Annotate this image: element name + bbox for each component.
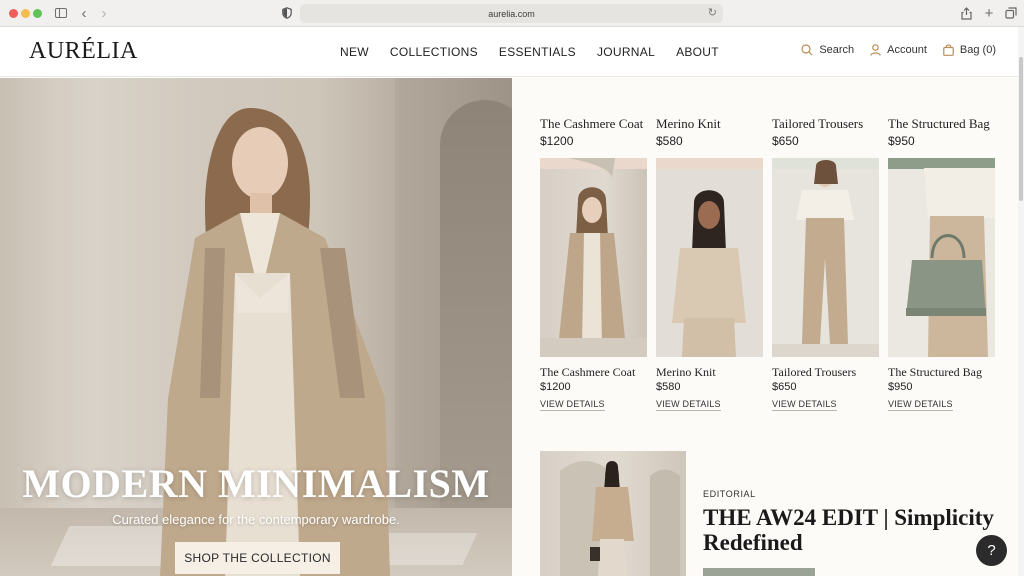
nav-collections[interactable]: COLLECTIONS	[390, 45, 478, 59]
product-price: $580	[656, 381, 681, 393]
quick-item-name: Merino Knit	[656, 116, 721, 131]
help-button[interactable]: ?	[976, 535, 1007, 566]
quick-item-name: The Cashmere Coat	[540, 116, 644, 131]
editorial-image[interactable]	[540, 451, 686, 576]
product-card[interactable]: Merino Knit $580 VIEW DETAILS	[656, 158, 763, 412]
product-image-cashmere-coat[interactable]	[540, 158, 647, 357]
nav-about[interactable]: ABOUT	[676, 45, 719, 59]
quick-item-name: The Structured Bag	[888, 116, 990, 131]
product-price: $1200	[540, 381, 571, 393]
main-nav: NEW COLLECTIONS ESSENTIALS JOURNAL ABOUT	[340, 45, 740, 59]
product-card[interactable]: The Cashmere Coat $1200 VIEW DETAILS	[540, 158, 647, 412]
bag-button[interactable]: Bag (0)	[943, 44, 996, 56]
product-image-merino-knit[interactable]	[656, 158, 763, 357]
browser-toolbar: ‹ › aurelia.com ↻ +	[0, 0, 1024, 27]
search-button[interactable]: Search	[801, 44, 854, 56]
privacy-shield-icon[interactable]	[281, 6, 292, 20]
quick-item[interactable]: Merino Knit $580	[656, 116, 766, 148]
search-icon	[801, 44, 813, 56]
product-name: The Structured Bag	[888, 365, 982, 379]
product-name: Merino Knit	[656, 365, 716, 379]
minimize-window-button[interactable]	[21, 9, 30, 18]
quick-item[interactable]: The Cashmere Coat $1200	[540, 116, 650, 148]
search-label: Search	[819, 44, 855, 56]
view-details-link[interactable]: VIEW DETAILS	[888, 399, 953, 411]
product-name: Tailored Trousers	[772, 365, 857, 379]
account-button[interactable]: Account	[870, 44, 927, 56]
hero-banner: MODERN MINIMALISM Curated elegance for t…	[0, 78, 512, 576]
editorial-title: THE AW24 EDIT | Simplicity Redefined	[703, 505, 994, 555]
tab-overview-icon[interactable]	[1005, 6, 1017, 20]
close-window-button[interactable]	[9, 9, 18, 18]
editorial-read-button[interactable]	[703, 568, 815, 576]
view-details-link[interactable]: VIEW DETAILS	[656, 399, 721, 411]
quick-item-price: $650	[772, 134, 799, 148]
quick-item[interactable]: The Structured Bag $950	[888, 116, 998, 148]
zoom-window-button[interactable]	[33, 9, 42, 18]
reload-icon[interactable]: ↻	[708, 6, 717, 19]
hero-archway	[440, 100, 512, 520]
forward-arrow-icon[interactable]: ›	[99, 5, 109, 22]
quick-item-name: Tailored Trousers	[772, 116, 864, 131]
bag-label: Bag (0)	[959, 44, 996, 56]
address-bar[interactable]: aurelia.com ↻	[300, 4, 723, 23]
scroll-thumb[interactable]	[1019, 57, 1023, 201]
new-tab-icon[interactable]: +	[983, 5, 995, 22]
hero-subtitle: Curated elegance for the contemporary wa…	[112, 512, 400, 527]
account-label: Account	[887, 44, 927, 56]
utility-nav: Search Account Bag (0)	[785, 44, 996, 56]
product-name: The Cashmere Coat	[540, 365, 636, 379]
nav-new[interactable]: NEW	[340, 45, 369, 59]
quick-item-price: $950	[888, 134, 915, 148]
page-scrollbar[interactable]	[1018, 27, 1024, 576]
editorial-kicker: EDITORIAL	[703, 489, 756, 499]
product-price: $650	[772, 381, 797, 393]
url-text: aurelia.com	[488, 8, 535, 19]
shop-collection-button[interactable]: SHOP THE COLLECTION	[175, 542, 340, 574]
brand-logo[interactable]: AURÉLIA	[29, 38, 138, 65]
product-image-tailored-trousers[interactable]	[772, 158, 879, 357]
quick-item-price: $580	[656, 134, 683, 148]
product-card[interactable]: The Structured Bag $950 VIEW DETAILS	[888, 158, 995, 412]
back-arrow-icon[interactable]: ‹	[79, 5, 89, 22]
hero-title: MODERN MINIMALISM	[22, 461, 490, 506]
product-image-structured-bag[interactable]	[888, 158, 995, 357]
site-header: AURÉLIA NEW COLLECTIONS ESSENTIALS JOURN…	[0, 27, 1024, 77]
bag-icon	[943, 44, 954, 56]
account-icon	[870, 44, 881, 56]
product-card[interactable]: Tailored Trousers $650 VIEW DETAILS	[772, 158, 879, 412]
quick-item-price: $1200	[540, 134, 574, 148]
view-details-link[interactable]: VIEW DETAILS	[772, 399, 837, 411]
share-icon[interactable]	[960, 6, 972, 20]
product-price: $950	[888, 381, 913, 393]
view-details-link[interactable]: VIEW DETAILS	[540, 399, 605, 411]
nav-journal[interactable]: JOURNAL	[597, 45, 655, 59]
sidebar-toggle-icon[interactable]	[55, 8, 67, 18]
quick-item[interactable]: Tailored Trousers $650	[772, 116, 882, 148]
hero-wall	[0, 78, 60, 508]
nav-essentials[interactable]: ESSENTIALS	[499, 45, 576, 59]
